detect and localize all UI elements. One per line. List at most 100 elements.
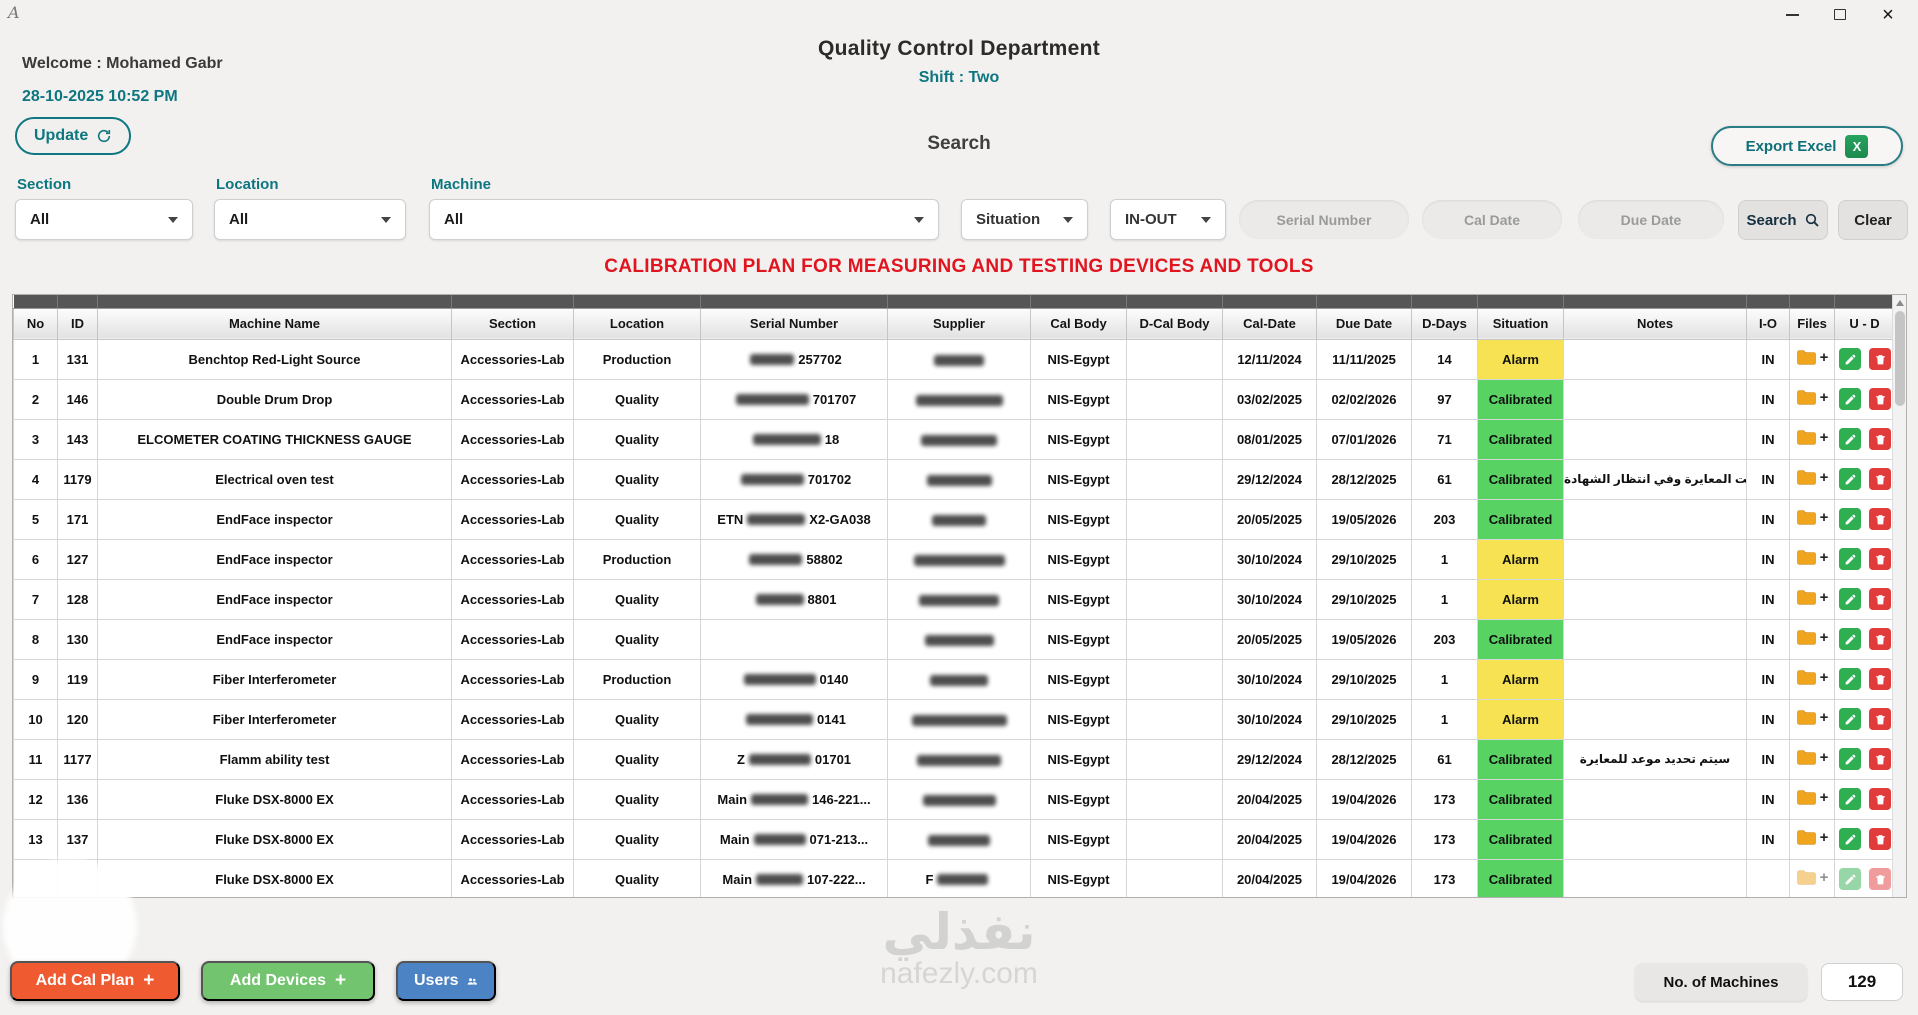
edit-button[interactable]	[1839, 348, 1861, 370]
column-header[interactable]: Supplier	[887, 308, 1031, 340]
open-files-button[interactable]: +	[1796, 389, 1828, 406]
delete-button[interactable]	[1869, 628, 1891, 650]
open-files-button[interactable]: +	[1796, 749, 1828, 766]
open-files-button[interactable]: +	[1796, 669, 1828, 686]
cell-files[interactable]: +	[1789, 818, 1835, 860]
serial-number-input[interactable]	[1239, 200, 1409, 239]
due-date-input[interactable]	[1578, 200, 1724, 239]
cell-files[interactable]: +	[1789, 418, 1835, 460]
edit-button[interactable]	[1839, 428, 1861, 450]
cell-files[interactable]: +	[1789, 378, 1835, 420]
edit-button[interactable]	[1839, 708, 1861, 730]
edit-button[interactable]	[1839, 868, 1861, 890]
table-scrollbar[interactable]	[1892, 295, 1906, 897]
column-header[interactable]: Section	[451, 308, 574, 340]
open-files-button[interactable]: +	[1796, 429, 1828, 446]
export-excel-button[interactable]: Export Excel X	[1711, 126, 1903, 166]
edit-button[interactable]	[1839, 828, 1861, 850]
cell-files[interactable]: +	[1789, 778, 1835, 820]
clear-button[interactable]: Clear	[1838, 200, 1908, 240]
table-row[interactable]: 2 146 Double Drum Drop Accessories-Lab Quali…	[13, 378, 1895, 420]
edit-button[interactable]	[1839, 748, 1861, 770]
cell-ud[interactable]	[1834, 778, 1895, 820]
open-files-button[interactable]: +	[1796, 789, 1828, 806]
cell-ud[interactable]	[1834, 578, 1895, 620]
cell-files[interactable]: +	[1789, 338, 1835, 380]
add-devices-button[interactable]: Add Devices +	[201, 961, 375, 1001]
cell-files[interactable]: +	[1789, 738, 1835, 780]
open-files-button[interactable]: +	[1796, 469, 1828, 486]
table-row[interactable]: 1 131 Benchtop Red-Light Source Accessories…	[13, 338, 1895, 380]
column-header[interactable]: No	[13, 308, 58, 340]
table-row[interactable]: 12 136 Fluke DSX-8000 EX Accessories-Lab Qua…	[13, 778, 1895, 820]
table-row[interactable]: 10 120 Fiber Interferometer Accessories-Lab…	[13, 698, 1895, 740]
cell-files[interactable]: +	[1789, 498, 1835, 540]
delete-button[interactable]	[1869, 668, 1891, 690]
cell-files[interactable]: +	[1789, 538, 1835, 580]
location-select[interactable]: All	[214, 199, 406, 240]
maximize-button[interactable]	[1816, 0, 1864, 29]
delete-button[interactable]	[1869, 748, 1891, 770]
column-header[interactable]: Cal Body	[1030, 308, 1127, 340]
users-button[interactable]: Users	[396, 961, 496, 1001]
cell-ud[interactable]	[1834, 738, 1895, 780]
column-header[interactable]: Cal-Date	[1222, 308, 1317, 340]
situation-select[interactable]: Situation	[961, 199, 1088, 240]
delete-button[interactable]	[1869, 508, 1891, 530]
scrollbar-thumb[interactable]	[1894, 311, 1905, 406]
column-header[interactable]: U - D	[1834, 308, 1895, 340]
edit-button[interactable]	[1839, 468, 1861, 490]
column-header[interactable]: Due Date	[1316, 308, 1412, 340]
cell-ud[interactable]	[1834, 418, 1895, 460]
open-files-button[interactable]: +	[1796, 349, 1828, 366]
cell-ud[interactable]	[1834, 378, 1895, 420]
table-row[interactable]: 9 119 Fiber Interferometer Accessories-Lab P…	[13, 658, 1895, 700]
delete-button[interactable]	[1869, 548, 1891, 570]
machine-select[interactable]: All	[429, 199, 939, 240]
edit-button[interactable]	[1839, 628, 1861, 650]
in-out-select[interactable]: IN-OUT	[1110, 199, 1226, 240]
cell-files[interactable]: +	[1789, 578, 1835, 620]
delete-button[interactable]	[1869, 428, 1891, 450]
column-header[interactable]: Situation	[1477, 308, 1564, 340]
delete-button[interactable]	[1869, 348, 1891, 370]
column-header[interactable]: Location	[573, 308, 701, 340]
cell-files[interactable]: +	[1789, 658, 1835, 700]
cell-ud[interactable]	[1834, 698, 1895, 740]
scroll-up-arrow-icon[interactable]	[1895, 300, 1904, 306]
cell-ud[interactable]	[1834, 458, 1895, 500]
add-cal-plan-button[interactable]: Add Cal Plan +	[10, 961, 180, 1001]
column-header[interactable]: Machine Name	[97, 308, 452, 340]
delete-button[interactable]	[1869, 868, 1891, 890]
open-files-button[interactable]: +	[1796, 629, 1828, 646]
column-header[interactable]: ID	[57, 308, 98, 340]
table-row[interactable]: 5 171 EndFace inspector Accessories-Lab Qual…	[13, 498, 1895, 540]
cell-files[interactable]: +	[1789, 618, 1835, 660]
minimize-button[interactable]	[1768, 0, 1816, 29]
table-row[interactable]: 8 130 EndFace inspector Accessories-Lab Qual…	[13, 618, 1895, 660]
open-files-button[interactable]: +	[1796, 589, 1828, 606]
close-button[interactable]: ×	[1864, 0, 1912, 29]
search-button[interactable]: Search	[1738, 200, 1828, 240]
open-files-button[interactable]: +	[1796, 869, 1828, 886]
open-files-button[interactable]: +	[1796, 709, 1828, 726]
edit-button[interactable]	[1839, 588, 1861, 610]
cell-ud[interactable]	[1834, 338, 1895, 380]
delete-button[interactable]	[1869, 708, 1891, 730]
cell-ud[interactable]	[1834, 658, 1895, 700]
column-header[interactable]: Files	[1789, 308, 1835, 340]
open-files-button[interactable]: +	[1796, 829, 1828, 846]
cell-files[interactable]: +	[1789, 698, 1835, 740]
delete-button[interactable]	[1869, 828, 1891, 850]
table-row[interactable]: 13 137 Fluke DSX-8000 EX Accessories-Lab Qua…	[13, 818, 1895, 860]
cell-ud[interactable]	[1834, 818, 1895, 860]
open-files-button[interactable]: +	[1796, 509, 1828, 526]
table-row[interactable]: 6 127 EndFace inspector Accessories-Lab Prod…	[13, 538, 1895, 580]
column-header[interactable]: D-Cal Body	[1126, 308, 1223, 340]
edit-button[interactable]	[1839, 548, 1861, 570]
section-select[interactable]: All	[15, 199, 193, 240]
table-row[interactable]: 7 128 EndFace inspector Accessories-Lab Qual…	[13, 578, 1895, 620]
open-files-button[interactable]: +	[1796, 549, 1828, 566]
cell-ud[interactable]	[1834, 858, 1895, 897]
delete-button[interactable]	[1869, 788, 1891, 810]
